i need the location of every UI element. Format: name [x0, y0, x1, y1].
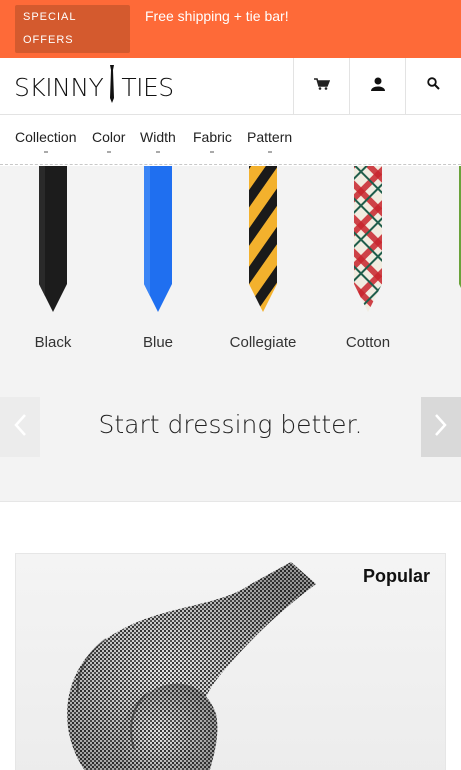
nav-label: Width — [140, 129, 176, 145]
nav-label: Pattern — [247, 129, 293, 145]
nav-indicator — [43, 151, 48, 153]
nav-item-pattern[interactable]: Pattern — [247, 129, 293, 153]
special-offers-button[interactable]: SPECIAL OFFERS — [15, 5, 130, 53]
color-item-blue[interactable]: Blue — [108, 166, 208, 356]
search-button[interactable] — [405, 58, 461, 114]
search-icon — [427, 77, 440, 95]
category-nav: Collection Color Width Fabric Pattern — [0, 115, 461, 165]
nav-label: Fabric — [193, 129, 232, 145]
color-item-black[interactable]: Black — [3, 166, 103, 356]
promo-bar: SPECIAL OFFERS Free shipping + tie bar! — [0, 0, 461, 58]
blue-tie-image — [108, 166, 208, 316]
cotton-tie-image — [318, 166, 418, 316]
nav-item-fabric[interactable]: Fabric — [193, 129, 232, 153]
special-offers-label-line2: OFFERS — [23, 34, 74, 46]
cart-button[interactable] — [293, 58, 349, 114]
site-header: SKINNY TIES — [0, 58, 461, 115]
tie-logo-icon — [109, 65, 115, 109]
black-tie-image — [3, 166, 103, 316]
logo-word-ties: TIES — [121, 72, 174, 102]
nav-label: Collection — [15, 129, 77, 145]
color-label: Blue — [142, 334, 174, 351]
site-logo[interactable]: SKINNY TIES — [14, 65, 174, 109]
chevron-right-icon — [434, 413, 448, 442]
color-label: Collegiate — [229, 334, 297, 351]
nav-indicator — [210, 151, 215, 153]
color-item-partial[interactable]: Fa — [423, 166, 461, 356]
special-offers-label-line1: SPECIAL — [23, 11, 77, 23]
logo-word-skinny: SKINNY — [14, 72, 104, 102]
nav-item-color[interactable]: Color — [92, 129, 126, 153]
color-carousel: Black Blue Collegiate Cotton Fa Start dr… — [0, 166, 461, 502]
popular-card[interactable]: Popular — [15, 553, 446, 770]
nav-indicator — [106, 151, 111, 153]
color-label: Black — [34, 334, 72, 351]
tagline: Start dressing better. — [98, 410, 363, 439]
color-label: Cotton — [345, 334, 391, 351]
color-label: Fa — [423, 334, 461, 351]
collegiate-tie-image — [213, 166, 313, 316]
user-icon — [370, 77, 385, 96]
cart-icon — [313, 77, 330, 95]
color-item-cotton[interactable]: Cotton — [318, 166, 418, 356]
nav-indicator — [155, 151, 160, 153]
nav-item-collection[interactable]: Collection — [15, 129, 77, 153]
promo-text[interactable]: Free shipping + tie bar! — [145, 8, 289, 24]
nav-label: Color — [92, 129, 126, 145]
color-item-collegiate[interactable]: Collegiate — [213, 166, 313, 356]
account-button[interactable] — [349, 58, 405, 114]
carousel-next-button[interactable] — [421, 397, 461, 457]
green-tie-image — [423, 166, 461, 316]
nav-item-width[interactable]: Width — [140, 129, 176, 153]
nav-indicator — [267, 151, 272, 153]
